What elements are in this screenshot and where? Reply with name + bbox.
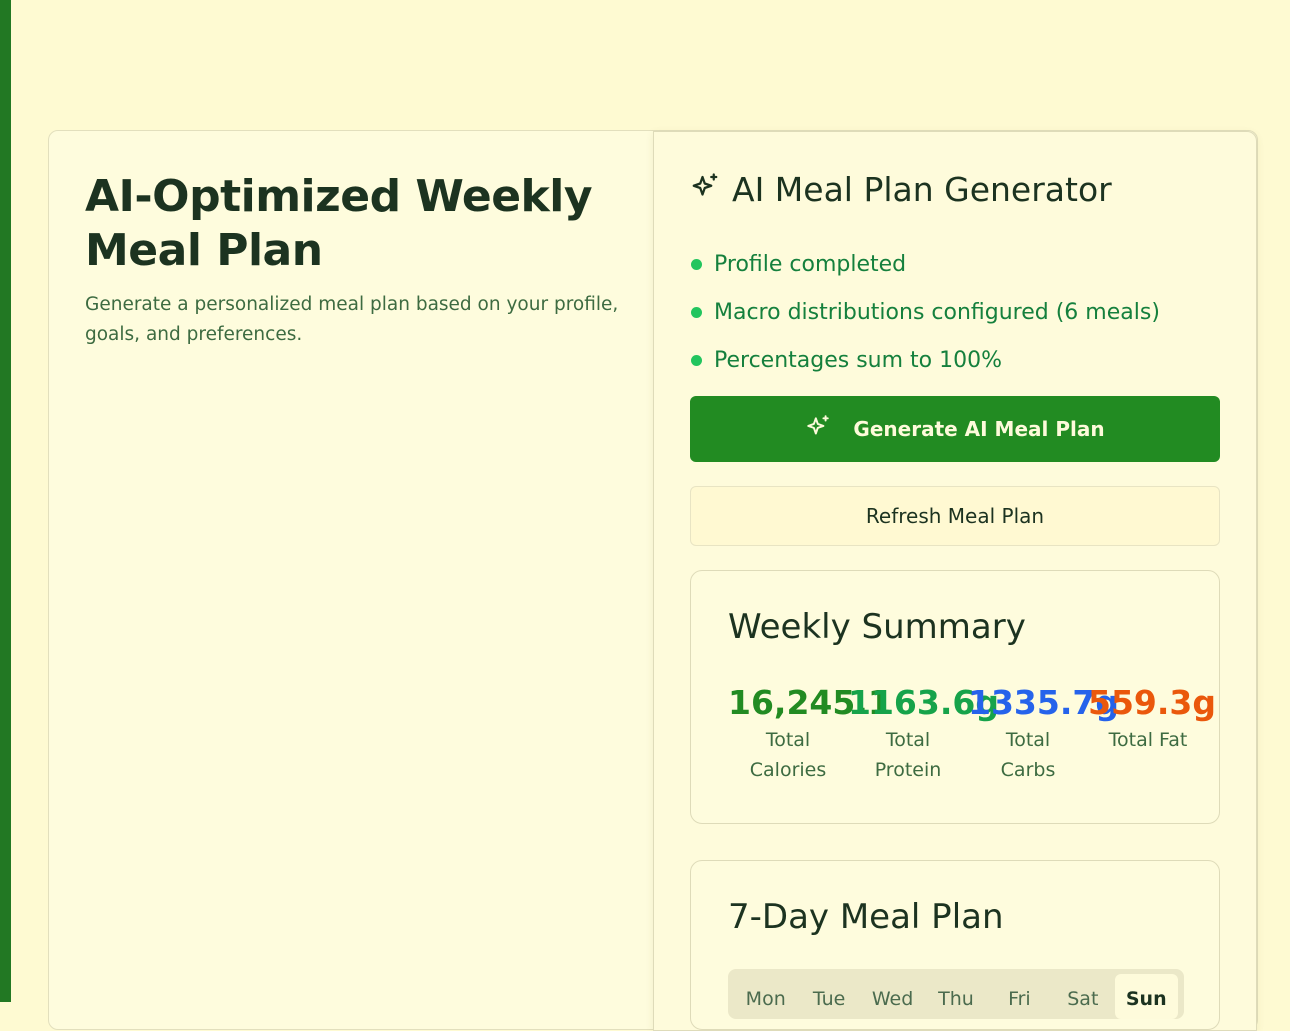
day-tabs: Mon Tue Wed Thu Fri Sat Sun: [728, 969, 1184, 1019]
stat-total-calories: 16,245.1 Total Calories: [728, 683, 891, 785]
check-label: Percentages sum to 100%: [714, 347, 1003, 373]
intro-section: AI-Optimized Weekly Meal Plan Generate a…: [85, 170, 645, 350]
sparkles-icon: [805, 414, 831, 445]
tab-sun[interactable]: Sun: [1114, 974, 1178, 1019]
stat-label: Total Protein: [874, 729, 942, 781]
weekly-summary-title: Weekly Summary: [728, 607, 1026, 647]
generator-title: AI Meal Plan Generator: [732, 169, 1112, 209]
stat-label: Total Fat: [1108, 729, 1188, 751]
stat-total-protein: 1163.6g Total Protein: [848, 683, 999, 785]
stat-total-fat: 559.3g Total Fat: [1088, 683, 1217, 785]
check-item-profile: Profile completed: [690, 240, 1230, 288]
summary-stats: 16,245.1 Total Calories 1163.6g Total Pr…: [728, 683, 1217, 785]
check-label: Profile completed: [714, 251, 907, 277]
tab-mon[interactable]: Mon: [734, 974, 797, 1019]
stat-value: 1163.6g: [848, 683, 999, 722]
status-dot-icon: [691, 306, 702, 318]
stat-label: Total Carbs: [1000, 729, 1056, 781]
tab-fri[interactable]: Fri: [988, 974, 1051, 1019]
generator-header: AI Meal Plan Generator: [690, 168, 1112, 210]
weekly-plan-title: 7-Day Meal Plan: [728, 897, 1004, 937]
left-accent-stripe: [0, 0, 11, 1002]
stat-value: 1335.7g: [968, 683, 1119, 722]
stat-value: 16,245.1: [728, 683, 891, 722]
page-subtitle: Generate a personalized meal plan based …: [85, 294, 619, 345]
generate-meal-plan-button[interactable]: Generate AI Meal Plan: [690, 396, 1220, 462]
status-dot-icon: [691, 258, 702, 270]
tab-wed[interactable]: Wed: [861, 974, 924, 1019]
sparkles-icon: [690, 172, 720, 206]
stat-total-carbs: 1335.7g Total Carbs: [968, 683, 1119, 785]
check-item-macros: Macro distributions configured (6 meals): [690, 288, 1230, 336]
check-item-percentages: Percentages sum to 100%: [690, 336, 1230, 384]
tab-tue[interactable]: Tue: [797, 974, 860, 1019]
tab-sat[interactable]: Sat: [1051, 974, 1114, 1019]
tab-thu[interactable]: Thu: [924, 974, 987, 1019]
page-title: AI-Optimized Weekly Meal Plan: [85, 171, 593, 276]
checklist: Profile completed Macro distributions co…: [690, 240, 1230, 384]
status-dot-icon: [691, 354, 702, 366]
check-label: Macro distributions configured (6 meals): [714, 299, 1160, 325]
stat-value: 559.3g: [1088, 683, 1217, 722]
refresh-meal-plan-button[interactable]: Refresh Meal Plan: [690, 486, 1220, 546]
weekly-summary-card: Weekly Summary 16,245.1 Total Calories 1…: [690, 570, 1220, 824]
weekly-plan-card: 7-Day Meal Plan Mon Tue Wed Thu Fri Sat …: [690, 860, 1220, 1030]
stat-label: Total Calories: [749, 729, 827, 781]
generate-button-label: Generate AI Meal Plan: [853, 417, 1105, 441]
